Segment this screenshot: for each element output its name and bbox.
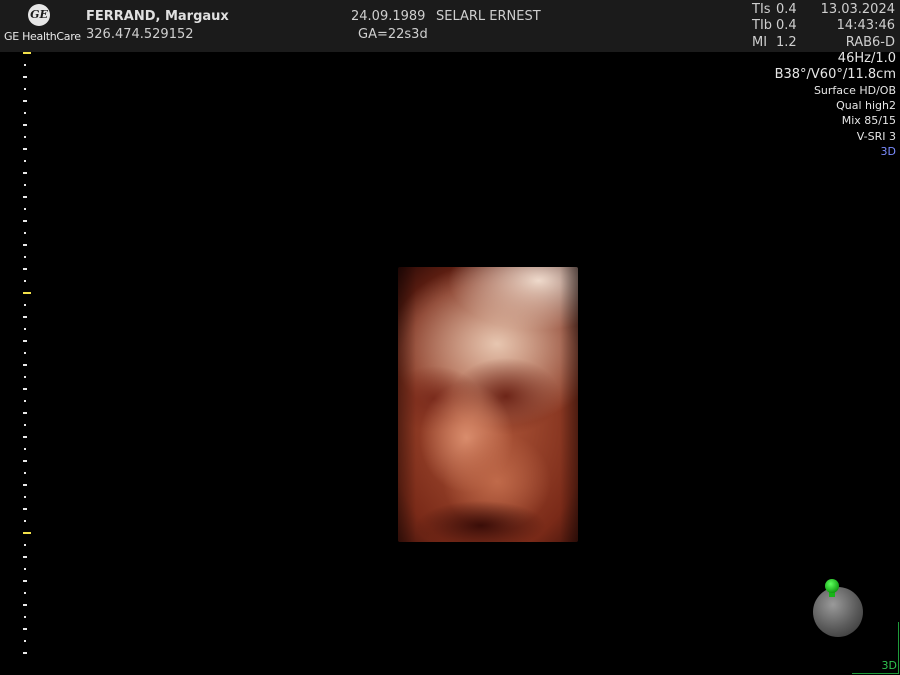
depth-tick	[24, 136, 26, 138]
fetal-3d-render	[398, 267, 578, 542]
depth-tick	[24, 208, 26, 210]
depth-tick	[24, 568, 26, 570]
depth-tick	[23, 316, 27, 318]
depth-tick	[23, 340, 27, 342]
depth-tick	[23, 52, 31, 54]
depth-tick	[23, 628, 27, 630]
header-bar: GE GE HealthCare FERRAND, Margaux 326.47…	[0, 0, 900, 52]
depth-tick	[24, 376, 26, 378]
depth-tick	[23, 388, 27, 390]
depth-tick	[24, 304, 26, 306]
brand-name: GE HealthCare	[4, 30, 81, 43]
tib-value: 0.4	[776, 18, 797, 33]
depth-scale	[20, 52, 34, 675]
depth-tick	[23, 364, 27, 366]
depth-tick	[23, 484, 27, 486]
patient-name: FERRAND, Margaux	[86, 9, 229, 24]
depth-tick	[23, 220, 27, 222]
depth-tick	[24, 496, 26, 498]
depth-tick	[24, 520, 26, 522]
depth-tick	[23, 556, 27, 558]
depth-tick	[24, 592, 26, 594]
depth-tick	[24, 184, 26, 186]
vsri-setting: V-SRI 3	[856, 130, 896, 143]
depth-tick	[23, 172, 27, 174]
depth-tick	[24, 448, 26, 450]
depth-tick	[24, 328, 26, 330]
quality-setting: Qual high2	[836, 99, 896, 112]
depth-tick	[24, 64, 26, 66]
orientation-pin-icon	[825, 579, 839, 593]
depth-tick	[24, 424, 26, 426]
depth-tick	[23, 580, 27, 582]
depth-tick	[23, 100, 27, 102]
depth-tick	[23, 148, 27, 150]
depth-tick	[23, 436, 27, 438]
depth-tick	[23, 508, 27, 510]
volume-angles: B38°/V60°/11.8cm	[774, 67, 896, 82]
depth-tick	[23, 460, 27, 462]
patient-id: 326.474.529152	[86, 27, 194, 42]
exam-time: 14:43:46	[836, 18, 895, 33]
depth-tick	[24, 280, 26, 282]
depth-tick	[23, 292, 31, 294]
tib-label: TIb	[752, 18, 773, 33]
ge-logo-icon: GE	[28, 4, 50, 26]
depth-tick	[23, 268, 27, 270]
depth-tick	[24, 400, 26, 402]
depth-tick	[24, 256, 26, 258]
depth-tick	[24, 88, 26, 90]
exam-date: 13.03.2024	[820, 2, 895, 17]
corner-3d-label: 3D	[881, 659, 897, 672]
mi-value: 1.2	[776, 35, 797, 50]
tis-label: TIs	[752, 2, 771, 17]
depth-tick	[23, 124, 27, 126]
depth-tick	[24, 160, 26, 162]
tis-value: 0.4	[776, 2, 797, 17]
depth-tick	[24, 472, 26, 474]
probe-name: RAB6-D	[845, 35, 895, 50]
render-mode: Surface HD/OB	[813, 84, 896, 97]
clinic-name: SELARL ERNEST	[436, 9, 541, 24]
mode-3d-label: 3D	[880, 145, 896, 158]
depth-tick	[24, 352, 26, 354]
depth-tick	[23, 604, 27, 606]
birth-date: 24.09.1989	[351, 9, 426, 24]
frame-rate: 46Hz/1.0	[837, 51, 896, 66]
gestational-age: GA=22s3d	[358, 27, 428, 42]
mi-label: MI	[752, 35, 768, 50]
depth-tick	[23, 532, 31, 534]
depth-tick	[23, 244, 27, 246]
depth-tick	[24, 232, 26, 234]
depth-tick	[23, 652, 27, 654]
depth-tick	[24, 112, 26, 114]
depth-tick	[23, 76, 27, 78]
mix-setting: Mix 85/15	[841, 114, 896, 127]
depth-tick	[23, 196, 27, 198]
depth-tick	[24, 544, 26, 546]
depth-tick	[23, 412, 27, 414]
depth-tick	[24, 640, 26, 642]
depth-tick	[24, 616, 26, 618]
